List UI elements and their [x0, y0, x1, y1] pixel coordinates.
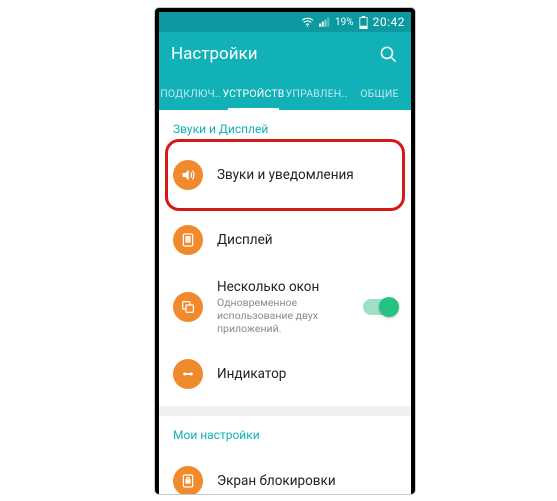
tab-label: УПРАВЛЕН.. [286, 87, 348, 100]
tab-device[interactable]: УСТРОЙСТВ [222, 76, 285, 110]
row-indicator[interactable]: Индикатор [159, 341, 411, 406]
clock: 20:42 [373, 15, 405, 29]
display-icon [173, 225, 203, 255]
row-title: Несколько окон [217, 279, 349, 295]
app-bar: Настройки [159, 32, 411, 76]
multiwindow-toggle[interactable] [363, 299, 397, 315]
row-title: Звуки и уведомления [217, 167, 397, 183]
row-title: Индикатор [217, 366, 397, 382]
status-bar: 19% 20:42 [159, 12, 411, 32]
search-icon [379, 45, 398, 64]
row-lock-screen[interactable]: Экран блокировки [159, 448, 411, 494]
tab-general[interactable]: ОБЩИЕ [348, 76, 411, 110]
multiwindow-icon [173, 292, 203, 322]
content-scroll[interactable]: Звуки и Дисплей Звуки и уведомления [159, 110, 411, 494]
row-multi-window[interactable]: Несколько окон Одновременное использован… [159, 272, 411, 341]
row-display[interactable]: Дисплей [159, 207, 411, 272]
search-button[interactable] [377, 43, 399, 65]
section-header: Звуки и Дисплей [159, 110, 411, 142]
tab-label: УСТРОЙСТВ [222, 87, 284, 100]
tab-connections[interactable]: ПОДКЛЮЧ.. [159, 76, 222, 110]
section-my-settings: Мои настройки Экран блокировки [159, 416, 411, 494]
battery-percentage: 19% [335, 17, 354, 28]
tab-label: ОБЩИЕ [360, 87, 398, 100]
section-header: Мои настройки [159, 416, 411, 448]
wifi-icon [301, 17, 314, 27]
signal-icon [319, 17, 330, 27]
battery-icon [359, 16, 368, 29]
row-sounds-notifications[interactable]: Звуки и уведомления [159, 142, 411, 207]
tab-controls[interactable]: УПРАВЛЕН.. [285, 76, 348, 110]
page-title: Настройки [171, 44, 258, 64]
toggle-on-icon [363, 299, 397, 315]
tabs: ПОДКЛЮЧ.. УСТРОЙСТВ УПРАВЛЕН.. ОБЩИЕ [159, 76, 411, 110]
indicator-icon [173, 359, 203, 389]
lockscreen-icon [173, 466, 203, 494]
volume-icon [173, 160, 203, 190]
row-title: Дисплей [217, 232, 397, 248]
row-title: Экран блокировки [217, 473, 397, 489]
row-subtitle: Одновременное использование двух приложе… [217, 296, 349, 335]
tab-label: ПОДКЛЮЧ.. [160, 87, 221, 100]
phone-frame: 19% 20:42 Настройки [155, 8, 415, 494]
section-sounds-display: Звуки и Дисплей Звуки и уведомления [159, 110, 411, 406]
